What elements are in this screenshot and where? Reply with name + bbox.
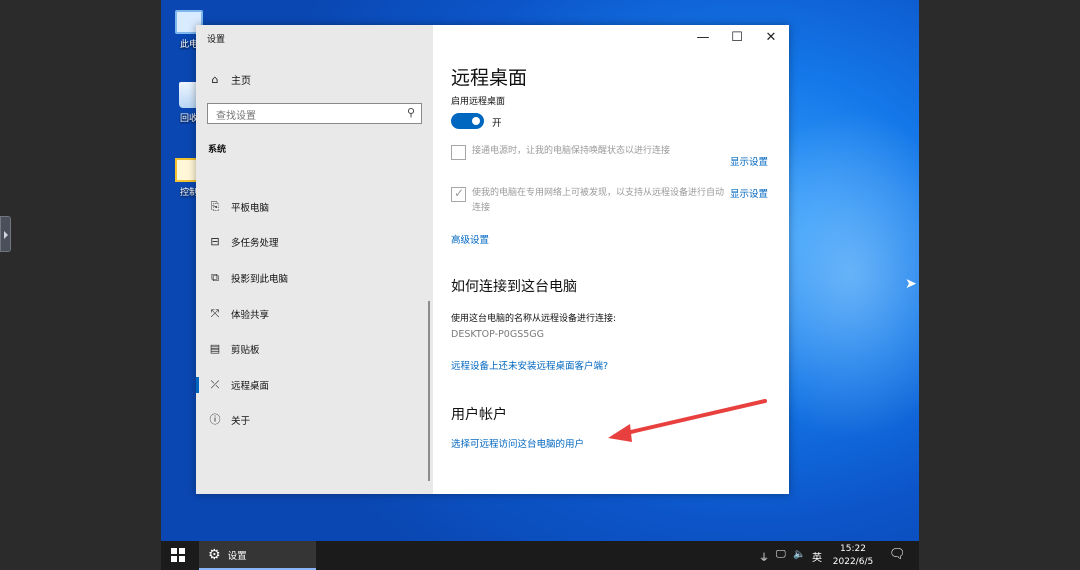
- volume-muted-icon[interactable]: 🔈: [793, 549, 805, 560]
- network-icon[interactable]: 🖵: [776, 549, 786, 560]
- maximize-button[interactable]: ☐: [723, 28, 751, 48]
- ime-indicator[interactable]: 英: [812, 549, 822, 564]
- user-accounts-heading: 用户帐户: [451, 407, 507, 423]
- connect-description: 使用这台电脑的名称从远程设备进行连接:: [451, 314, 617, 324]
- section-title: 系统: [208, 145, 227, 155]
- multitask-icon: ⊟: [210, 235, 220, 249]
- search-input[interactable]: [208, 107, 393, 126]
- connect-heading: 如何连接到这台电脑: [451, 279, 577, 295]
- search-box[interactable]: ⚲: [207, 103, 422, 126]
- share-icon: ⤧: [210, 306, 220, 320]
- taskbar: ⚙ 设置 ⏚ 🖵 🔈 英 15:22 2022/6/5 🗨: [161, 541, 919, 570]
- clock-date: 2022/6/5: [832, 557, 874, 567]
- sidebar-item-label: 平板电脑: [231, 202, 270, 214]
- annotation-arrow: [608, 399, 767, 442]
- close-button[interactable]: ✕: [757, 28, 785, 48]
- clock[interactable]: 15:22 2022/6/5: [825, 543, 881, 569]
- sidebar-item-multitasking[interactable]: ⊟ 多任务处理: [196, 225, 433, 261]
- discoverable-checkbox[interactable]: [451, 186, 466, 202]
- clock-time: 15:22: [840, 544, 866, 554]
- page-title: 远程桌面: [451, 67, 528, 89]
- sidebar-item-clipboard[interactable]: ▤ 剪贴板: [196, 331, 433, 367]
- sidebar-scrollbar[interactable]: [428, 301, 430, 481]
- sidebar-item-home[interactable]: ⌂ 主页: [208, 72, 252, 88]
- sidebar-item-label: 投影到此电脑: [231, 273, 289, 285]
- enable-remote-desktop-label: 启用远程桌面: [451, 97, 506, 107]
- sidebar-item-tablet[interactable]: ⎘ 平板电脑: [196, 189, 433, 225]
- toggle-state-label: 开: [492, 118, 502, 129]
- window-title: 设置: [207, 35, 226, 45]
- usb-icon[interactable]: ⏚: [759, 549, 769, 564]
- show-settings-link-1[interactable]: 显示设置: [730, 154, 768, 168]
- sidebar-item-shared-experiences[interactable]: ⤧ 体验共享: [196, 296, 433, 332]
- keep-awake-checkbox[interactable]: [451, 145, 466, 160]
- select-users-link[interactable]: 选择可远程访问这台电脑的用户: [451, 436, 584, 450]
- discoverable-text: 使我的电脑在专用网络上可被发现，以支持从远程设备进行自动连接: [472, 188, 725, 213]
- settings-sidebar: 设置 ⌂ 主页 ⚲ 系统 ⎘ 平板电脑 ⊟ 多任务处理: [196, 25, 433, 494]
- sidebar-item-projecting[interactable]: ⧉ 投影到此电脑: [196, 260, 433, 296]
- search-icon[interactable]: ⚲: [407, 106, 415, 119]
- taskbar-settings-app[interactable]: ⚙ 设置: [199, 541, 316, 570]
- tablet-icon: ⎘: [210, 199, 220, 213]
- side-panel-handle[interactable]: [0, 216, 11, 252]
- info-icon: ⓘ: [209, 413, 221, 427]
- advanced-settings-link[interactable]: 高级设置: [451, 232, 489, 246]
- sidebar-item-label: 剪贴板: [231, 345, 260, 357]
- sidebar-item-label: 关于: [231, 416, 251, 428]
- home-icon: ⌂: [211, 72, 219, 86]
- sidebar-item-label: 主页: [231, 76, 251, 87]
- sidebar-item-about[interactable]: ⓘ 关于: [196, 403, 433, 439]
- sidebar-nav: ⎘ 平板电脑 ⊟ 多任务处理 ⧉ 投影到此电脑 ⤧ 体验共享 ▤ 剪贴板 ⤫ 远…: [196, 189, 433, 438]
- client-not-installed-link[interactable]: 远程设备上还未安装远程桌面客户端?: [451, 358, 608, 372]
- minimize-button[interactable]: —: [689, 28, 717, 48]
- project-icon: ⧉: [211, 270, 219, 284]
- sidebar-item-remote-desktop[interactable]: ⤫ 远程桌面: [196, 367, 433, 403]
- show-settings-link-2[interactable]: 显示设置: [730, 186, 768, 200]
- remote-desktop-icon: ⤫: [210, 377, 220, 391]
- taskbar-app-label: 设置: [227, 550, 247, 562]
- screen-frame: 此电 回收 控制 ➤ 设置 ⌂ 主页 ⚲ 系统 ⎘: [0, 0, 1080, 570]
- remote-desktop-toggle[interactable]: [451, 113, 484, 129]
- mouse-cursor-icon: ➤: [905, 276, 917, 292]
- pc-name: DESKTOP-P0GS5GG: [451, 329, 545, 340]
- gear-icon: ⚙: [208, 546, 221, 563]
- sidebar-item-label: 远程桌面: [231, 380, 270, 392]
- clipboard-icon: ▤: [209, 342, 221, 356]
- start-button[interactable]: [171, 548, 185, 562]
- sidebar-item-label: 多任务处理: [231, 238, 279, 250]
- notification-icon[interactable]: 🗨: [889, 547, 906, 562]
- sidebar-item-label: 体验共享: [231, 309, 270, 321]
- keep-awake-text: 接通电源时，让我的电脑保持唤醒状态以进行连接: [472, 146, 671, 156]
